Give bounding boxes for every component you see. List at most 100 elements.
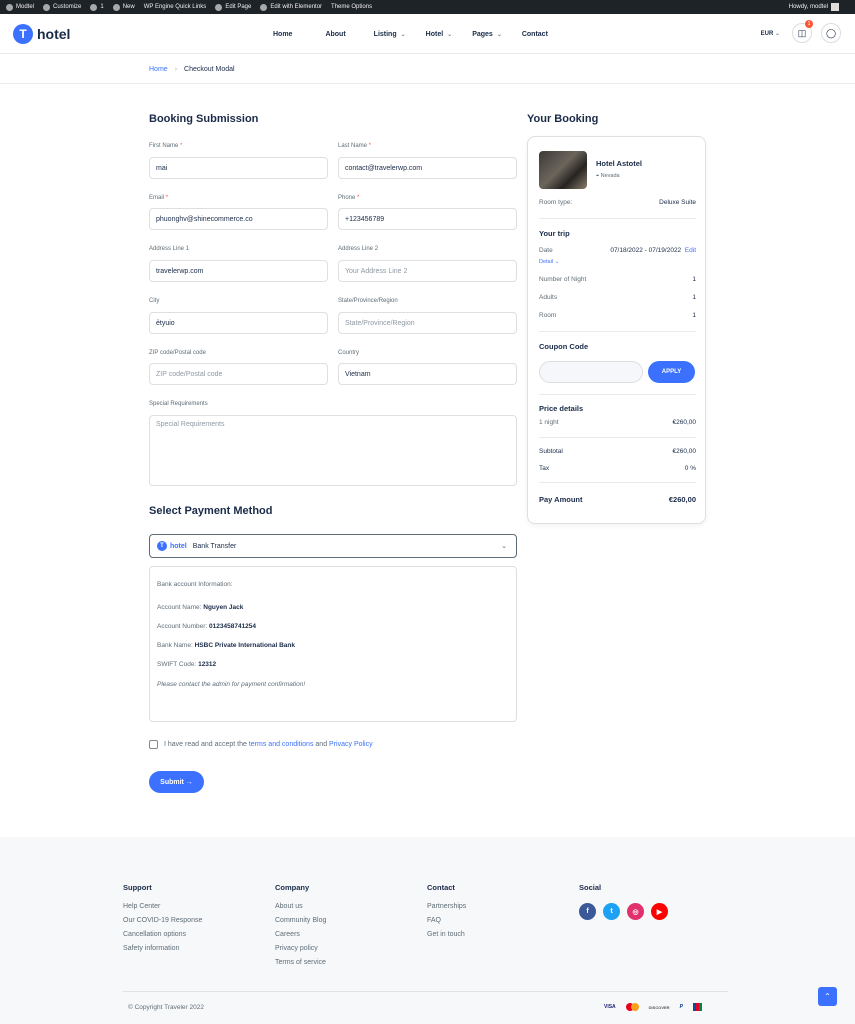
first-name-input[interactable]: mai xyxy=(149,157,328,179)
footer-link[interactable]: About us xyxy=(275,903,326,911)
terms-checkbox[interactable] xyxy=(149,740,158,749)
instagram-icon[interactable]: ◎ xyxy=(627,903,644,920)
visa-icon: VISA xyxy=(604,1004,616,1010)
cart-button[interactable]: ◫ 1 xyxy=(792,20,813,43)
admin-modtel[interactable]: Modtel xyxy=(6,3,34,11)
state-input[interactable]: State/Province/Region xyxy=(338,312,517,334)
facebook-icon[interactable]: f xyxy=(579,903,596,920)
footer-link[interactable]: FAQ xyxy=(427,917,466,925)
header-actions: EUR ⌄ ◫ 1 ◯ xyxy=(761,20,841,43)
one-night-row: 1 night €260,00 xyxy=(539,419,696,426)
payment-method-select[interactable]: T hotel Bank Transfer ⌄ xyxy=(149,534,517,558)
admin-theme-options[interactable]: Theme Options xyxy=(331,4,372,10)
admin-elementor[interactable]: Edit with Elementor xyxy=(260,3,322,11)
payment-method-title: Select Payment Method xyxy=(149,505,273,517)
city-label: City xyxy=(149,298,160,304)
phone-input[interactable]: +123456789 xyxy=(338,208,517,230)
chevron-down-icon: ⌄ xyxy=(501,543,507,550)
address2-input[interactable]: Your Address Line 2 xyxy=(338,260,517,282)
currency-switcher[interactable]: EUR ⌄ xyxy=(761,30,780,37)
nav-listing[interactable]: Listing ⌄ xyxy=(374,31,406,38)
booking-summary-card: Hotel Astotel ⌖ Nevada Room type: Deluxe … xyxy=(527,136,706,524)
mastercard-icon xyxy=(625,1003,639,1011)
pencil-icon xyxy=(215,3,223,11)
adults-row: Adults 1 xyxy=(539,294,696,301)
copyright: © Copyright Traveler 2022 xyxy=(128,1004,204,1011)
footer-link[interactable]: Help Center xyxy=(123,903,202,911)
admin-wpengine[interactable]: WP Engine Quick Links xyxy=(144,4,207,10)
footer-link[interactable]: Partnerships xyxy=(427,903,466,911)
account-number-row: Account Number: 0123458741254 xyxy=(157,623,257,630)
admin-howdy[interactable]: Howdy, modtel xyxy=(789,0,839,14)
chevron-down-icon: ⌄ xyxy=(400,31,406,38)
zip-label: ZIP code/Postal code xyxy=(149,350,206,356)
submit-button[interactable]: Submit → xyxy=(149,771,204,793)
chevron-down-icon: ⌄ xyxy=(774,30,780,37)
account-button[interactable]: ◯ xyxy=(821,23,841,43)
nav-about[interactable]: About xyxy=(325,31,345,38)
map-pin-icon: ⌖ xyxy=(596,173,600,179)
chevron-up-icon: ⌃ xyxy=(824,992,831,1001)
hotel-name[interactable]: Hotel Astotel xyxy=(596,159,642,168)
nights-row: Number of Night 1 xyxy=(539,276,696,283)
apply-coupon-button[interactable]: APPLY xyxy=(648,361,695,383)
payment-cards: VISA DISCOVER P xyxy=(604,1003,712,1011)
footer-link[interactable]: Our COVID-19 Response xyxy=(123,917,202,925)
admin-customize[interactable]: Customize xyxy=(43,3,81,11)
twitter-icon[interactable]: t xyxy=(603,903,620,920)
divider xyxy=(539,218,696,219)
nav-contact[interactable]: Contact xyxy=(522,31,548,38)
main-nav: Home About Listing ⌄ Hotel ⌄ Pages ⌄ Contac… xyxy=(273,14,548,54)
nav-hotel[interactable]: Hotel ⌄ xyxy=(426,31,453,38)
nav-home[interactable]: Home xyxy=(273,31,292,38)
jcb-icon xyxy=(692,1003,702,1011)
first-name-label: First Name * xyxy=(149,143,183,149)
address1-label: Address Line 1 xyxy=(149,246,190,252)
footer-link[interactable]: Cancellation options xyxy=(123,931,202,939)
city-input[interactable]: ẻtyuio xyxy=(149,312,328,334)
phone-label: Phone * xyxy=(338,195,360,201)
footer-link[interactable]: Terms of service xyxy=(275,959,326,967)
date-row: Date 07/18/2022 - 07/19/2022 Edit xyxy=(539,247,696,254)
site-logo[interactable]: T hotel xyxy=(13,24,70,44)
nav-pages[interactable]: Pages ⌄ xyxy=(472,31,502,38)
comment-icon xyxy=(90,3,98,11)
admin-edit-page[interactable]: Edit Page xyxy=(215,3,251,11)
footer-link[interactable]: Safety information xyxy=(123,945,202,953)
breadcrumb-home[interactable]: Home xyxy=(149,66,168,73)
footer-link[interactable]: Privacy policy xyxy=(275,945,326,953)
privacy-link[interactable]: Privacy Policy xyxy=(329,741,373,748)
footer-link[interactable]: Community Blog xyxy=(275,917,326,925)
email-input[interactable]: phuonghv@shinecommerce.co xyxy=(149,208,328,230)
footer-contact: Contact Partnerships FAQ Get in touch xyxy=(427,883,467,939)
country-input[interactable]: Vietnam xyxy=(338,363,517,385)
basket-icon: ◫ xyxy=(797,27,807,38)
discover-icon: DISCOVER xyxy=(648,1004,670,1010)
wordpress-icon xyxy=(6,3,13,11)
chevron-down-icon: ⌄ xyxy=(496,31,502,38)
coupon-input[interactable] xyxy=(539,361,643,383)
admin-new[interactable]: New xyxy=(112,3,135,11)
bank-info-title: Bank account Information: xyxy=(157,581,233,588)
edit-date-link[interactable]: Edit xyxy=(685,247,696,254)
admin-comments[interactable]: 1 xyxy=(90,3,104,11)
footer-link[interactable]: Get in touch xyxy=(427,931,466,939)
special-requirements-textarea[interactable]: Special Requirements xyxy=(149,415,517,486)
payment-logo-text: hotel xyxy=(170,542,187,550)
detail-toggle[interactable]: Detail ⌄ xyxy=(539,259,559,265)
youtube-icon[interactable]: ▶ xyxy=(651,903,668,920)
divider xyxy=(539,394,696,395)
divider xyxy=(539,331,696,332)
swift-code-row: SWIFT Code: 12312 xyxy=(157,661,217,668)
terms-link[interactable]: terms and conditions xyxy=(249,741,314,748)
hotel-thumbnail[interactable] xyxy=(539,151,587,189)
zip-input[interactable]: ZIP code/Postal code xyxy=(149,363,328,385)
last-name-input[interactable]: contact@travelerwp.com xyxy=(338,157,517,179)
address1-input[interactable]: travelerwp.com xyxy=(149,260,328,282)
last-name-label: Last Name * xyxy=(338,143,372,149)
pay-amount-row: Pay Amount €260,00 xyxy=(539,495,696,504)
scroll-to-top-button[interactable]: ⌃ xyxy=(818,987,837,1006)
breadcrumb-separator: › xyxy=(174,65,178,73)
footer-link[interactable]: Careers xyxy=(275,931,326,939)
plus-icon xyxy=(112,3,120,11)
